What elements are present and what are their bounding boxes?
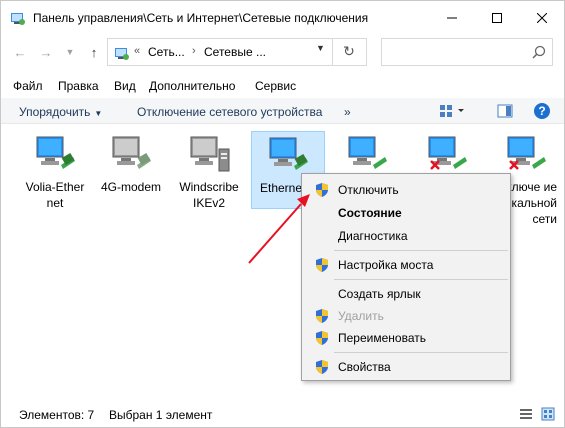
arrow-right-icon: → [39, 44, 53, 60]
ctx-label: Настройка моста [338, 258, 434, 272]
chevron-right-icon[interactable]: › [192, 45, 196, 57]
minimize-icon [446, 17, 457, 19]
address-bar[interactable]: « Сеть... › Сетевые ... ▼ ↻ [107, 38, 367, 66]
network-adapter-icon [348, 136, 387, 169]
ctx-label: Диагностика [338, 229, 408, 243]
organize-label: Упорядочить [19, 105, 91, 119]
maximize-icon [491, 13, 502, 23]
adapter-windscribe[interactable]: Windscribe IKEv2 [173, 131, 245, 211]
ctx-label: Свойства [338, 360, 391, 374]
address-overflow[interactable]: « [134, 45, 140, 57]
menu-separator [334, 352, 508, 353]
view-options-icon[interactable] [439, 103, 467, 119]
divider [332, 39, 333, 65]
adapter-5[interactable] [331, 131, 403, 179]
ctx-rename[interactable]: Переименовать [303, 327, 509, 349]
network-folder-icon [115, 48, 129, 60]
recent-locations-button[interactable]: ▼ [61, 43, 79, 61]
search-input[interactable] [381, 38, 553, 66]
chevron-down-icon[interactable]: ▼ [316, 43, 325, 53]
ctx-label: Создать ярлык [338, 287, 421, 301]
item-count: Элементов: 7 [19, 408, 95, 422]
arrow-left-icon: ← [13, 44, 27, 60]
details-view-icon[interactable] [519, 407, 533, 421]
close-icon [536, 13, 547, 23]
network-adapter-error-icon [428, 136, 467, 170]
adapter-label: Windscribe IKEv2 [179, 180, 239, 210]
large-icons-view-icon[interactable] [541, 407, 555, 421]
explorer-window: Панель управления\Сеть и Интернет\Сетевы… [0, 0, 565, 428]
menu-separator [334, 279, 508, 280]
close-button[interactable] [519, 1, 564, 35]
arrow-up-icon: ↑ [90, 44, 98, 60]
adapter-label: 4G-modem [100, 180, 162, 194]
refresh-button[interactable]: ↻ [340, 43, 358, 61]
menu-tools[interactable]: Сервис [255, 79, 296, 93]
more-commands-button[interactable]: » [344, 105, 351, 119]
ctx-properties[interactable]: Свойства [303, 356, 509, 378]
menu-advanced[interactable]: Дополнительно [149, 79, 235, 93]
ctx-status[interactable]: Состояние [303, 202, 509, 224]
adapter-6[interactable] [411, 131, 483, 179]
menu-view[interactable]: Вид [114, 79, 136, 93]
network-folder-icon [11, 13, 25, 25]
chevron-down-icon: ▼ [65, 47, 75, 57]
selection-count: Выбран 1 элемент [109, 408, 213, 422]
uac-shield-icon [316, 183, 328, 197]
ctx-bridge[interactable]: Настройка моста [303, 254, 509, 276]
status-bar: Элементов: 7 Выбран 1 элемент [1, 401, 564, 427]
title-bar[interactable]: Панель управления\Сеть и Интернет\Сетевы… [1, 1, 564, 35]
network-adapter-icon [269, 137, 308, 170]
uac-shield-icon [316, 309, 328, 323]
ctx-delete: Удалить [303, 305, 509, 327]
adapter-4g-modem[interactable]: 4G-modem [95, 131, 167, 195]
window-title: Панель управления\Сеть и Интернет\Сетевы… [33, 11, 369, 25]
refresh-icon: ↻ [343, 43, 355, 59]
caret-down-icon: ▼ [94, 109, 103, 118]
back-button[interactable]: ← [11, 43, 29, 61]
address-segment-connections[interactable]: Сетевые ... [204, 45, 266, 59]
preview-pane-icon[interactable] [497, 103, 513, 119]
network-adapter-error-icon [507, 136, 546, 170]
ctx-disable[interactable]: Отключить [303, 179, 509, 201]
maximize-button[interactable] [474, 1, 519, 35]
svg-text:?: ? [538, 104, 545, 118]
uac-shield-icon [316, 258, 328, 272]
network-adapter-disabled-icon [112, 136, 151, 169]
menu-bar: Файл Правка Вид Дополнительно Сервис [1, 73, 564, 97]
help-icon[interactable]: ? [533, 102, 551, 120]
adapter-label: Volia-Ether net [25, 180, 85, 210]
adapter-volia[interactable]: Volia-Ether net [19, 131, 91, 211]
menu-file[interactable]: Файл [13, 79, 43, 93]
uac-shield-icon [316, 360, 328, 374]
up-button[interactable]: ↑ [85, 43, 103, 61]
minimize-button[interactable] [429, 1, 474, 35]
command-bar: Упорядочить ▼ Отключение сетевого устройс… [1, 98, 564, 124]
ctx-diagnostics[interactable]: Диагностика [303, 225, 509, 247]
menu-edit[interactable]: Правка [58, 79, 99, 93]
ctx-create-shortcut[interactable]: Создать ярлык [303, 283, 509, 305]
menu-separator [334, 250, 508, 251]
forward-button[interactable]: → [37, 43, 55, 61]
disable-device-button[interactable]: Отключение сетевого устройства [137, 105, 322, 119]
ctx-label: Состояние [338, 206, 402, 220]
vpn-adapter-icon [190, 136, 230, 172]
ctx-label: Переименовать [338, 331, 426, 345]
organize-button[interactable]: Упорядочить ▼ [19, 105, 102, 119]
network-adapter-icon [36, 136, 75, 169]
search-icon [532, 45, 546, 59]
address-segment-network[interactable]: Сеть... [148, 45, 185, 59]
context-menu: Отключить Состояние Диагностика Настройк… [301, 173, 511, 381]
ctx-label: Удалить [338, 309, 384, 323]
ctx-label: Отключить [338, 183, 399, 197]
uac-shield-icon [316, 331, 328, 345]
